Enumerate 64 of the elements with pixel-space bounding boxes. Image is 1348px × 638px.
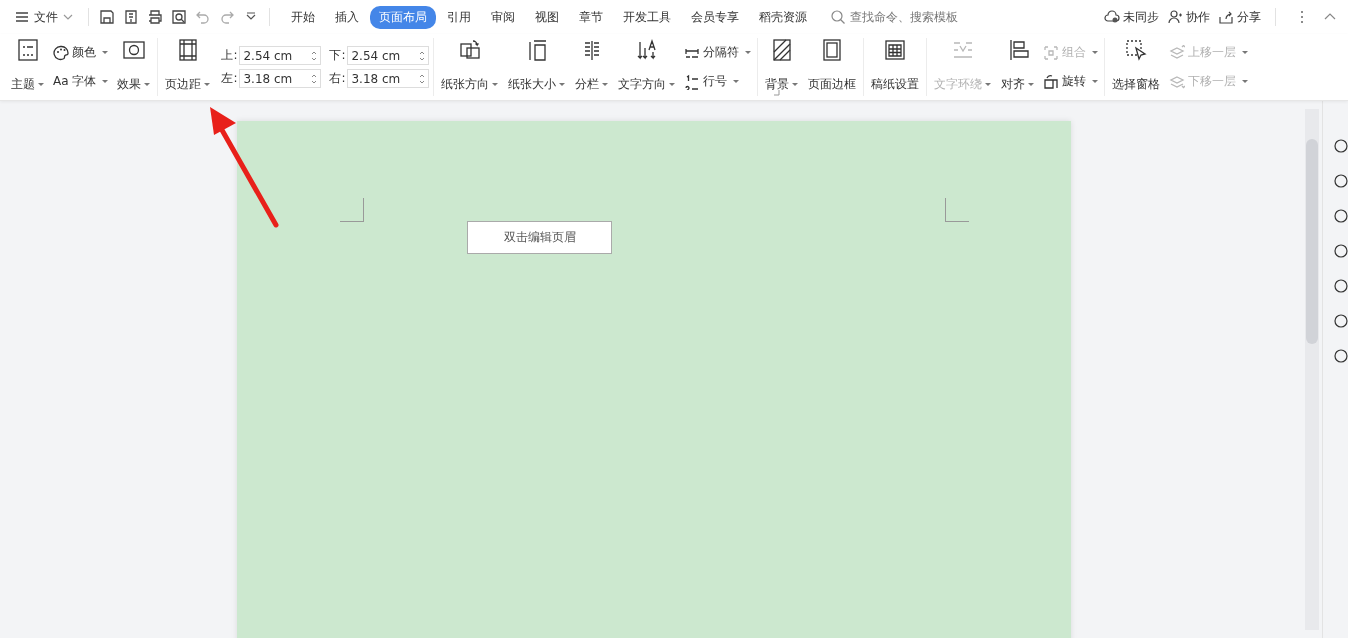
- ribbon-button[interactable]: 页边距: [162, 34, 214, 100]
- margin-label: 右:: [329, 70, 346, 87]
- toolbar-action[interactable]: 分享: [1218, 8, 1261, 26]
- margin-input[interactable]: 2.54 cm: [347, 46, 430, 65]
- ribbon-button[interactable]: 行号: [682, 73, 754, 90]
- toolbar-action[interactable]: 未同步: [1104, 8, 1159, 26]
- file-menu[interactable]: 文件: [14, 8, 74, 26]
- margin-input[interactable]: 2.54 cm: [239, 46, 322, 65]
- toolbar-action[interactable]: 协作: [1167, 8, 1210, 26]
- ribbon-tab[interactable]: 章节: [570, 5, 612, 29]
- ribbon-button[interactable]: 稿纸设置: [868, 34, 923, 100]
- text-direction-icon: [635, 38, 659, 62]
- margin-input[interactable]: 3.18 cm: [347, 69, 430, 88]
- menu-icon: [14, 9, 30, 25]
- ribbon-tab[interactable]: 稻壳资源: [750, 5, 816, 29]
- group-icon: [1043, 44, 1060, 61]
- margin-label: 下:: [329, 47, 346, 64]
- ribbon-button[interactable]: 选择窗格: [1109, 34, 1164, 100]
- ribbon-tab[interactable]: 会员专享: [682, 5, 748, 29]
- theme-icon: [15, 38, 40, 62]
- ribbon-tab[interactable]: 审阅: [482, 5, 524, 29]
- ribbon-tab[interactable]: 页面布局: [370, 5, 436, 29]
- ribbon-button[interactable]: 纸张大小: [505, 34, 569, 100]
- corner-mark: [340, 198, 364, 222]
- save-icon[interactable]: [99, 9, 115, 25]
- ribbon-button[interactable]: 纸张方向: [438, 34, 502, 100]
- ribbon-tab[interactable]: 开发工具: [614, 5, 680, 29]
- selection-pane-icon: [1124, 38, 1149, 62]
- export-icon[interactable]: [123, 9, 139, 25]
- ribbon-tab[interactable]: 引用: [438, 5, 480, 29]
- print-icon[interactable]: [147, 9, 163, 25]
- ribbon-button[interactable]: 对齐: [998, 34, 1038, 100]
- ribbon-button[interactable]: 效果: [114, 34, 154, 100]
- line-numbers-icon: [684, 73, 701, 90]
- margin-input[interactable]: 3.18 cm: [239, 69, 322, 88]
- search-field[interactable]: 查找命令、搜索模板: [830, 9, 1030, 25]
- ribbon-tab[interactable]: 开始: [282, 5, 324, 29]
- margin-label: 左:: [221, 70, 238, 87]
- margin-label: 上:: [221, 47, 238, 64]
- cloud-icon: [1104, 9, 1120, 25]
- print-preview-icon[interactable]: [171, 9, 187, 25]
- search-icon: [830, 9, 846, 25]
- ribbon-tab[interactable]: 视图: [526, 5, 568, 29]
- ribbon-button[interactable]: 颜色: [51, 44, 111, 61]
- palette-icon: [53, 44, 69, 61]
- corner-mark: [945, 198, 969, 222]
- scrollbar[interactable]: [1305, 109, 1319, 630]
- ribbon-button[interactable]: 背景: [762, 34, 802, 100]
- ribbon-button[interactable]: 分栏: [572, 34, 612, 100]
- ribbon-button[interactable]: 主题: [8, 34, 47, 100]
- grid-paper-icon: [883, 38, 908, 62]
- ribbon-button[interactable]: 旋转: [1041, 73, 1101, 90]
- person-add-icon: [1167, 9, 1183, 25]
- share-icon: [1218, 9, 1234, 25]
- ribbon-button[interactable]: 分隔符: [682, 44, 754, 61]
- bring-forward-icon: [1169, 44, 1186, 61]
- rotate-icon: [1043, 73, 1060, 90]
- striped-page-icon: [770, 38, 794, 62]
- ribbon-tab[interactable]: 插入: [326, 5, 368, 29]
- ribbon-button[interactable]: 页面边框: [805, 34, 860, 100]
- ribbon-button[interactable]: 文字方向: [615, 34, 679, 100]
- page-orientation-icon: [458, 38, 482, 62]
- header-hint[interactable]: 双击编辑页眉: [467, 221, 612, 254]
- ribbon-button[interactable]: Aa 字体: [51, 73, 111, 90]
